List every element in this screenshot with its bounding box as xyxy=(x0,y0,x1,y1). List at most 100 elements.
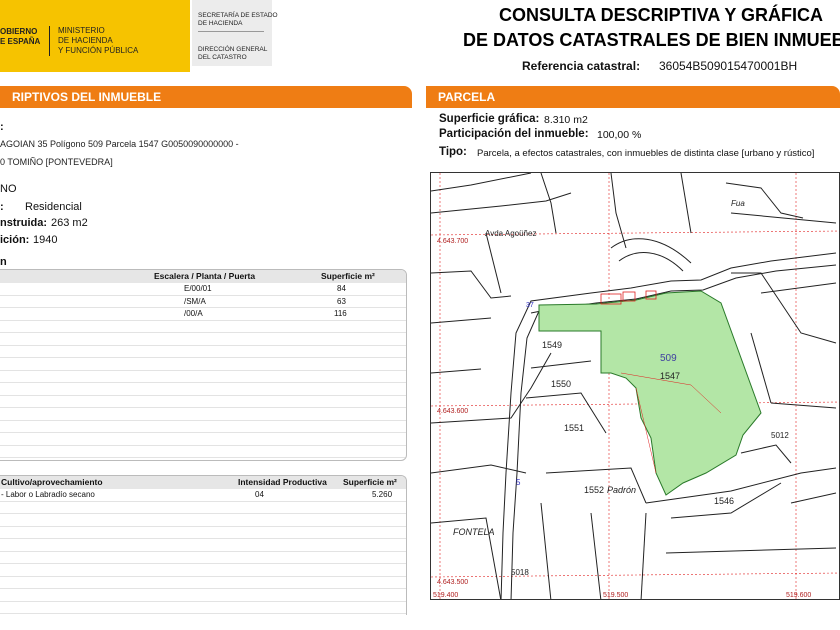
secretaria-text: SECRETARÍA DE ESTADO DE HACIENDA xyxy=(198,12,278,28)
empty-row xyxy=(0,371,406,383)
table-row: E/00/01 84 xyxy=(0,283,406,296)
gov-line-2: E ESPAÑA xyxy=(0,37,41,46)
cultivo-table-header: Cultivo/aprovechamiento Intensidad Produ… xyxy=(0,476,406,489)
cell-cultivo: - Labor o Labradío secano xyxy=(1,490,95,499)
cell-superficie: 116 xyxy=(334,309,347,318)
gov-logo-text: OBIERNO E ESPAÑA xyxy=(0,27,40,47)
cell-planta: /SM/A xyxy=(184,296,206,306)
empty-row xyxy=(0,321,406,333)
empty-row xyxy=(0,396,406,408)
participacion-value: 100,00 % xyxy=(597,129,642,141)
ref-value: 36054B509015470001BH xyxy=(659,59,798,73)
superficie-value: 263 m2 xyxy=(51,217,88,229)
ministry-line-3: Y FUNCIÓN PÚBLICA xyxy=(58,46,139,55)
parcel-1547-highlight[interactable] xyxy=(538,290,762,496)
label-1551: 1551 xyxy=(564,423,584,433)
label-1552: 1552 xyxy=(584,485,604,495)
empty-row xyxy=(0,502,406,514)
empty-row xyxy=(0,346,406,358)
label-padron: Padrón xyxy=(607,485,636,495)
col-superficie-cultivo: Superficie m² xyxy=(343,477,397,487)
cadastral-map[interactable]: Fua Avda Agoüñez 1549 509 1547 1550 1551… xyxy=(430,172,840,600)
ministry-line-2: DE HACIENDA xyxy=(58,36,113,45)
dir-line-1: DIRECCIÓN GENERAL xyxy=(198,46,268,53)
cell-intensidad: 04 xyxy=(255,490,264,499)
empty-row xyxy=(0,421,406,433)
empty-row xyxy=(0,589,406,602)
superficie-label: nstruida: xyxy=(0,217,48,229)
uso-label: : xyxy=(0,201,4,213)
label-5: 5 xyxy=(516,478,521,487)
empty-row xyxy=(0,577,406,589)
col-superficie: Superficie m² xyxy=(321,271,375,281)
cultivo-table: Cultivo/aprovechamiento Intensidad Produ… xyxy=(0,475,407,615)
construction-table: Escalera / Planta / Puerta Superficie m²… xyxy=(0,269,407,461)
localizacion-label: : xyxy=(0,121,4,133)
label-1549: 1549 xyxy=(542,340,562,350)
coord-n-4643600: 4.643.600 xyxy=(437,408,468,415)
ministry-text: MINISTERIO DE HACIENDA Y FUNCIÓN PÚBLICA xyxy=(58,26,138,56)
col-escalera: Escalera / Planta / Puerta xyxy=(154,271,256,281)
coord-e-519500: 519.500 xyxy=(603,592,628,599)
empty-row xyxy=(0,602,406,614)
cell-superficie: 63 xyxy=(337,296,346,306)
cell-planta: /00/A xyxy=(184,309,203,318)
ministry-line-1: MINISTERIO xyxy=(58,26,105,35)
tipo-value: Parcela, a efectos catastrales, con inmu… xyxy=(477,148,815,159)
coord-n-4643700: 4.643.700 xyxy=(437,238,468,245)
coord-e-519400: 519.400 xyxy=(433,592,458,599)
empty-row xyxy=(0,358,406,371)
empty-row xyxy=(0,564,406,577)
empty-row xyxy=(0,514,406,527)
logo-divider xyxy=(49,26,50,56)
agency-divider xyxy=(198,31,264,32)
label-5012: 5012 xyxy=(771,431,789,440)
empty-row xyxy=(0,333,406,346)
label-avda: Avda Agoüñez xyxy=(485,229,536,238)
sup-grafica-label: Superficie gráfica: xyxy=(439,113,540,125)
section-title-parcela: PARCELA xyxy=(438,90,496,104)
coord-n-4643500: 4.643.500 xyxy=(437,579,468,586)
empty-row xyxy=(0,383,406,396)
construccion-title: n xyxy=(0,256,7,268)
label-37: 37 xyxy=(526,302,534,309)
direccion-text: DIRECCIÓN GENERAL DEL CATASTRO xyxy=(198,46,267,62)
coord-e-519600: 519.600 xyxy=(786,592,811,599)
sup-grafica-value: 8.310 m2 xyxy=(544,114,588,126)
col-cultivo: Cultivo/aprovechamiento xyxy=(1,477,103,487)
cadastral-map-svg: Fua Avda Agoüñez 1549 509 1547 1550 1551… xyxy=(431,173,839,599)
gov-line-1: OBIERNO xyxy=(0,27,38,36)
clase-value: NO xyxy=(0,183,17,195)
anio-label: ición: xyxy=(0,234,30,246)
label-1547: 1547 xyxy=(660,371,680,381)
section-header-parcela: PARCELA xyxy=(426,86,840,108)
empty-row xyxy=(0,408,406,421)
tipo-label: Tipo: xyxy=(439,146,467,158)
localizacion-line-1: AGOIAN 35 Polígono 509 Parcela 1547 G005… xyxy=(0,139,239,149)
empty-row xyxy=(0,552,406,564)
participacion-label: Participación del inmueble: xyxy=(439,128,589,140)
cell-superficie: 84 xyxy=(337,284,346,293)
empty-row xyxy=(0,527,406,539)
cell-planta: E/00/01 xyxy=(184,284,212,293)
page-title-line-2: DE DATOS CATASTRALES DE BIEN INMUEBLE xyxy=(463,30,840,50)
cell-superficie-cultivo: 5.260 xyxy=(372,490,393,499)
section-title-inmueble: RIPTIVOS DEL INMUEBLE xyxy=(12,90,162,104)
col-intensidad: Intensidad Productiva xyxy=(238,477,327,487)
empty-row xyxy=(0,446,406,458)
ref-label: Referencia catastral: xyxy=(522,59,641,73)
label-1546: 1546 xyxy=(714,496,734,506)
construction-table-header: Escalera / Planta / Puerta Superficie m² xyxy=(0,270,406,283)
empty-row xyxy=(0,539,406,552)
table-row: /00/A 116 xyxy=(0,308,406,321)
sec-line-2: DE HACIENDA xyxy=(198,20,243,27)
uso-value: Residencial xyxy=(25,201,82,213)
empty-row xyxy=(0,433,406,446)
sec-line-1: SECRETARÍA DE ESTADO xyxy=(198,12,278,19)
label-509: 509 xyxy=(660,353,677,364)
table-row: /SM/A 63 xyxy=(0,296,406,308)
dir-line-2: DEL CATASTRO xyxy=(198,54,247,61)
label-fua: Fua xyxy=(731,199,745,208)
page-title-line-1: CONSULTA DESCRIPTIVA Y GRÁFICA xyxy=(499,5,824,25)
label-fontela: FONTELA xyxy=(453,527,495,537)
